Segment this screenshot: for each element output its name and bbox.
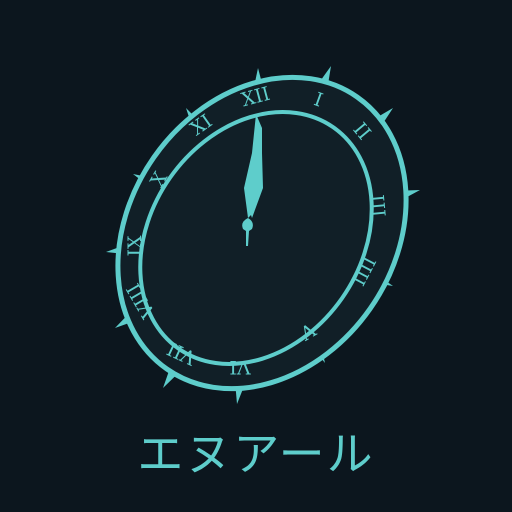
clock-numeral: III xyxy=(365,194,389,218)
clock-numeral: IX xyxy=(124,235,146,257)
clock-numeral: VI xyxy=(229,356,251,378)
app-title: エヌアール xyxy=(137,427,375,481)
